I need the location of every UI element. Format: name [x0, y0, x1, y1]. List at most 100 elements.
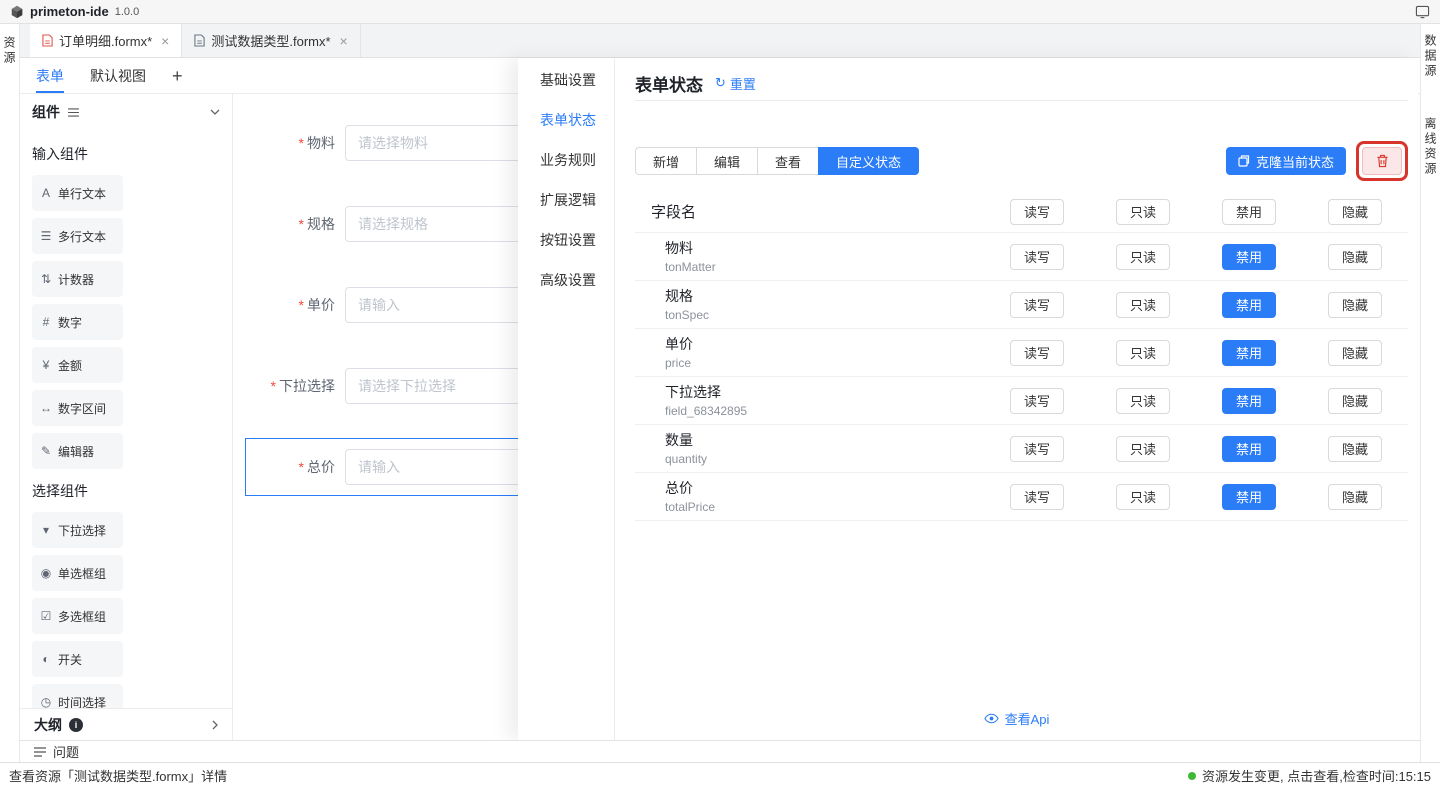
close-icon[interactable]: ×	[340, 34, 348, 48]
problems-list-icon	[34, 747, 46, 757]
state-readwrite-button[interactable]: 读写	[1010, 436, 1064, 462]
palette-item-checkbox-group[interactable]: ☑多选框组	[32, 598, 123, 634]
clone-current-state-button[interactable]: 克隆当前状态	[1226, 147, 1346, 175]
palette-item-switch[interactable]: ◐ 开关	[32, 641, 123, 677]
header-disabled-button[interactable]: 禁用	[1222, 199, 1276, 225]
status-right-text: 资源发生变更, 点击查看,检查时间:15:15	[1202, 766, 1431, 785]
file-tab-test-datatypes[interactable]: 测试数据类型.formx* ×	[182, 24, 360, 57]
close-icon[interactable]: ×	[161, 34, 169, 48]
palette-item-radio-group[interactable]: ◉单选框组	[32, 555, 123, 591]
palette-item-multi-line-text[interactable]: ☰多行文本	[32, 218, 123, 254]
multi-line-text-icon: ☰	[39, 229, 53, 243]
state-disabled-button[interactable]: 禁用	[1222, 292, 1276, 318]
state-readwrite-button[interactable]: 读写	[1010, 484, 1064, 510]
single-line-text-icon: A	[39, 186, 53, 200]
palette-item-time-picker[interactable]: ◷时间选择	[32, 684, 123, 708]
state-disabled-button[interactable]: 禁用	[1222, 244, 1276, 270]
window-icon[interactable]	[1415, 5, 1430, 19]
panel-nav-extension-logic[interactable]: 扩展逻辑	[518, 180, 614, 220]
dropdown-select-icon: ▾	[39, 523, 53, 537]
problems-bar[interactable]: 问题	[20, 740, 1420, 762]
chevron-right-icon[interactable]	[212, 720, 218, 730]
editor-icon: ✎	[39, 444, 53, 458]
field-code: tonSpec	[665, 307, 984, 323]
state-readonly-button[interactable]: 只读	[1116, 244, 1170, 270]
counter-icon: ⇅	[39, 272, 53, 286]
palette-item-number[interactable]: # 数字	[32, 304, 123, 340]
state-hidden-button[interactable]: 隐藏	[1328, 340, 1382, 366]
state-readonly-button[interactable]: 只读	[1116, 340, 1170, 366]
panel-nav-button-settings[interactable]: 按钮设置	[518, 220, 614, 260]
table-row: 规格 tonSpec 读写 只读 禁用 隐藏	[635, 281, 1408, 329]
number-icon: #	[39, 315, 53, 329]
switch-icon: ◐	[39, 652, 53, 666]
panel-nav-business-rules[interactable]: 业务规则	[518, 140, 614, 180]
palette-item-counter[interactable]: ⇅计数器	[32, 261, 123, 297]
view-api-link[interactable]: 查看Api	[615, 709, 1418, 728]
status-right[interactable]: 资源发生变更, 点击查看,检查时间:15:15	[1188, 766, 1431, 785]
formx-file-icon	[194, 34, 205, 47]
state-tab-view[interactable]: 查看	[757, 147, 819, 175]
palette-item-editor[interactable]: ✎编辑器	[32, 433, 123, 469]
palette-item-label: 开关	[58, 651, 82, 668]
checkbox-group-icon: ☑	[39, 609, 53, 623]
field-code: totalPrice	[665, 499, 984, 515]
delete-state-button[interactable]	[1362, 147, 1402, 175]
panel-nav-advanced-settings[interactable]: 高级设置	[518, 260, 614, 300]
panel-nav-form-state[interactable]: 表单状态	[518, 100, 614, 140]
palette-item-single-line-text[interactable]: A单行文本	[32, 175, 123, 211]
right-rail: 数据源 离线资源	[1420, 24, 1440, 762]
tab-default-view[interactable]: 默认视图	[90, 58, 146, 93]
state-readonly-button[interactable]: 只读	[1116, 436, 1170, 462]
state-hidden-button[interactable]: 隐藏	[1328, 388, 1382, 414]
state-disabled-button[interactable]: 禁用	[1222, 436, 1276, 462]
palette-item-number-range[interactable]: ↔数字区间	[32, 390, 123, 426]
state-readwrite-button[interactable]: 读写	[1010, 388, 1064, 414]
left-rail: 资源	[0, 24, 20, 762]
state-readwrite-button[interactable]: 读写	[1010, 292, 1064, 318]
state-disabled-button[interactable]: 禁用	[1222, 388, 1276, 414]
palette-header[interactable]: 组件	[20, 94, 232, 130]
state-hidden-button[interactable]: 隐藏	[1328, 244, 1382, 270]
palette-item-dropdown-select[interactable]: ▾下拉选择	[32, 512, 123, 548]
header-readwrite-button[interactable]: 读写	[1010, 199, 1064, 225]
panel-nav-basic-settings[interactable]: 基础设置	[518, 60, 614, 100]
state-disabled-button[interactable]: 禁用	[1222, 340, 1276, 366]
table-header-row: 字段名 读写 只读 禁用 隐藏	[635, 191, 1408, 233]
state-disabled-button[interactable]: 禁用	[1222, 484, 1276, 510]
state-hidden-button[interactable]: 隐藏	[1328, 484, 1382, 510]
header-readonly-button[interactable]: 只读	[1116, 199, 1170, 225]
chevron-down-icon[interactable]	[210, 109, 220, 115]
field-label: *物料	[233, 133, 345, 153]
state-hidden-button[interactable]: 隐藏	[1328, 292, 1382, 318]
state-readonly-button[interactable]: 只读	[1116, 484, 1170, 510]
state-hidden-button[interactable]: 隐藏	[1328, 436, 1382, 462]
settings-nav: 基础设置 表单状态 业务规则 扩展逻辑 按钮设置 高级设置	[518, 58, 615, 740]
header-hidden-button[interactable]: 隐藏	[1328, 199, 1382, 225]
datasource-rail-tab[interactable]: 数据源	[1422, 34, 1439, 79]
file-tab-order-detail[interactable]: 订单明细.formx* ×	[30, 24, 182, 57]
palette-item-amount[interactable]: ¥金额	[32, 347, 123, 383]
palette-item-label: 数字	[58, 314, 82, 331]
radio-group-icon: ◉	[39, 566, 53, 580]
state-readwrite-button[interactable]: 读写	[1010, 340, 1064, 366]
state-tab-edit[interactable]: 编辑	[696, 147, 758, 175]
state-readonly-button[interactable]: 只读	[1116, 388, 1170, 414]
state-tab-custom[interactable]: 自定义状态	[818, 147, 919, 175]
reset-link[interactable]: ↻ 重置	[715, 74, 756, 93]
state-readonly-button[interactable]: 只读	[1116, 292, 1170, 318]
required-mark: *	[299, 216, 304, 232]
outline-footer[interactable]: 大纲 i	[20, 708, 232, 740]
number-range-icon: ↔	[39, 401, 53, 415]
file-tab-label: 订单明细.formx*	[59, 31, 152, 50]
state-readwrite-button[interactable]: 读写	[1010, 244, 1064, 270]
field-name: 总价	[665, 479, 984, 497]
offline-resources-rail-tab[interactable]: 离线资源	[1422, 117, 1439, 177]
tab-form[interactable]: 表单	[36, 58, 64, 93]
status-left-text: 查看资源「测试数据类型.formx」详情	[9, 766, 227, 785]
state-tab-new[interactable]: 新增	[635, 147, 697, 175]
add-view-button[interactable]: +	[172, 67, 183, 85]
formx-file-icon	[42, 34, 53, 47]
field-code: field_68342895	[665, 403, 984, 419]
resources-rail-tab[interactable]: 资源	[1, 36, 18, 66]
